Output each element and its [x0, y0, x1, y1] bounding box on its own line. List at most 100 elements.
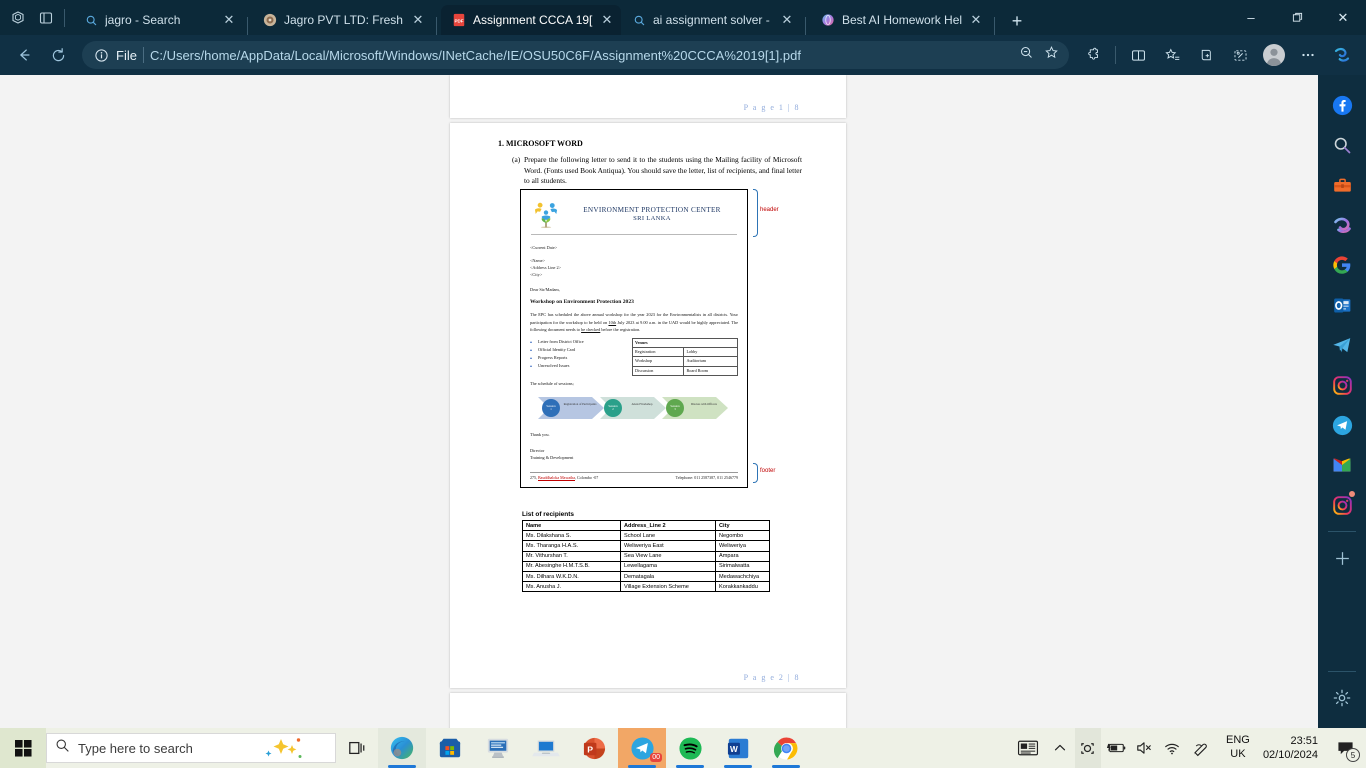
gmail-icon[interactable] [1318, 445, 1366, 485]
clock[interactable]: 23:51 02/10/2024 [1263, 734, 1318, 763]
telegram-web-icon[interactable] [1318, 325, 1366, 365]
table-row: Ms. Anusha J. Village Extension Scheme Kor… [522, 581, 770, 593]
cell-address: Village Extension Scheme [620, 581, 716, 593]
search-icon[interactable] [1318, 125, 1366, 165]
browser-tab-0[interactable]: jagro - Search ✕ [73, 5, 243, 35]
zoom-out-icon[interactable] [1019, 45, 1034, 65]
outlook-icon[interactable] [1318, 285, 1366, 325]
copilot-icon[interactable] [1326, 40, 1358, 70]
epc-logo-icon [531, 200, 561, 228]
rail-divider [1328, 531, 1356, 532]
tab-title: Assignment CCCA 19[1].pdf [473, 13, 593, 27]
profile-avatar[interactable] [1258, 40, 1290, 70]
taskbar-app-spotify-icon[interactable] [666, 728, 714, 768]
settings-gear-icon[interactable] [1318, 678, 1366, 718]
collections-icon[interactable] [1190, 40, 1222, 70]
venue-place: Auditorium [683, 356, 738, 367]
para-date: 10th [608, 319, 617, 325]
favorites-icon[interactable] [1156, 40, 1188, 70]
session-number: 1 [550, 406, 552, 411]
taskbar-app-remote-desktop-icon[interactable] [474, 728, 522, 768]
table-row: Mr. Vithurshan T. Sea View Lane Ampara [522, 550, 770, 562]
copilot-icon[interactable] [1318, 205, 1366, 245]
camera-icon[interactable] [1074, 728, 1101, 768]
address-scheme-label: File [116, 47, 137, 63]
refresh-icon[interactable] [42, 40, 74, 70]
info-icon[interactable] [92, 46, 110, 64]
taskbar-app-laptop-icon[interactable] [522, 728, 570, 768]
close-icon[interactable]: ✕ [410, 12, 426, 28]
pdf-page-1: P a g e 1 | 8 [450, 75, 846, 118]
address-bar[interactable]: File C:/Users/home/AppData/Local/Microso… [82, 41, 1069, 69]
screenshot-icon[interactable] [1224, 40, 1256, 70]
language-indicator[interactable]: ENG UK [1221, 734, 1255, 762]
close-icon[interactable]: ✕ [221, 12, 237, 28]
workspaces-icon[interactable] [4, 4, 32, 32]
letter-org-name: ENVIRONMENT PROTECTION CENTER SRI LANKA [569, 206, 735, 222]
sessions-smartart: Session 1 Registration of Participants S… [530, 391, 738, 425]
copilot-sparkle-icon[interactable] [261, 736, 309, 767]
taskbar-app-telegram-icon[interactable]: 00 [618, 728, 666, 768]
back-icon[interactable] [8, 40, 40, 70]
browser-tab-1[interactable]: Jagro PVT LTD: Fresh Strawb ✕ [252, 5, 432, 35]
question-text: Prepare the following letter to send it … [524, 155, 802, 186]
minimize-button[interactable]: – [1228, 0, 1274, 35]
maximize-button[interactable] [1274, 0, 1320, 35]
taskbar-app-microsoft-store-icon[interactable] [426, 728, 474, 768]
taskbar-app-word-icon[interactable]: W [714, 728, 762, 768]
browser-tab-4[interactable]: Best AI Homework Helper & ✕ [810, 5, 990, 35]
address-url-text[interactable]: C:/Users/home/AppData/Local/Microsoft/Wi… [150, 48, 1013, 63]
show-hidden-icons-icon[interactable] [1047, 728, 1073, 768]
cell-name: Ms. Dilakshana S. [522, 530, 621, 542]
instagram-icon[interactable] [1318, 365, 1366, 405]
telegram-icon[interactable] [1318, 405, 1366, 445]
cell-city: Korakkankaddu [715, 581, 770, 593]
instagram-notify-icon[interactable] [1318, 485, 1366, 525]
close-icon[interactable]: ✕ [779, 12, 795, 28]
new-tab-button[interactable]: + [1003, 7, 1031, 35]
split-screen-icon[interactable] [1122, 40, 1154, 70]
star-icon[interactable] [1044, 45, 1059, 65]
address-divider [142, 47, 144, 63]
tab-title: Jagro PVT LTD: Fresh Strawb [284, 13, 404, 27]
battery-charging-icon[interactable] [1103, 728, 1129, 768]
rail-divider-bottom [1328, 671, 1356, 672]
more-settings-icon[interactable] [1292, 40, 1324, 70]
taskbar-app-chrome-icon[interactable] [762, 728, 810, 768]
para-part-3: before the registration. [600, 327, 641, 333]
toolbox-icon[interactable] [1318, 165, 1366, 205]
page-footer-1: P a g e 1 | 8 [743, 103, 800, 112]
cell-name: Mr. Abesinghe H.M.T.S.B. [522, 560, 621, 572]
pdf-viewport[interactable]: P a g e 1 | 8 1. MICROSOFT WORD (a) Prep… [0, 75, 1318, 728]
windows-start-icon[interactable] [0, 728, 46, 768]
close-button[interactable]: ✕ [1320, 0, 1366, 35]
cell-address: Sea View Lane [620, 550, 716, 562]
taskbar-app-powerpoint-icon[interactable]: P [570, 728, 618, 768]
recipients-table: Name Address_Line 2 City Ms. Dilakshana … [522, 519, 770, 593]
close-icon[interactable]: ✕ [968, 12, 984, 28]
close-icon[interactable]: ✕ [599, 12, 615, 28]
facebook-icon[interactable] [1318, 85, 1366, 125]
browser-tab-2[interactable]: PDF Assignment CCCA 19[1].pdf ✕ [441, 5, 621, 35]
signature-dept: Training & Development [530, 454, 574, 460]
taskbar-app-edge-icon[interactable] [378, 728, 426, 768]
browser-tab-3[interactable]: ai assignment solver - Search ✕ [621, 5, 801, 35]
notifications-icon[interactable]: 5 [1328, 728, 1362, 768]
task-view-icon[interactable] [336, 728, 378, 768]
footer-address-number: 275, [530, 475, 538, 480]
wifi-icon[interactable] [1159, 728, 1185, 768]
pen-icon[interactable] [1187, 728, 1213, 768]
extensions-icon[interactable] [1077, 40, 1109, 70]
volume-muted-icon[interactable] [1131, 728, 1157, 768]
session-text-2: Attend Workshop [631, 401, 653, 406]
letter-paragraph: The EPC has scheduled the above annual w… [530, 311, 738, 334]
add-site-icon[interactable] [1318, 538, 1366, 578]
google-icon[interactable] [1318, 245, 1366, 285]
svg-text:PDF: PDF [454, 19, 463, 24]
search-input[interactable]: Type here to search [46, 733, 336, 763]
column-header-name: Name [522, 519, 621, 532]
merge-field-name: <Name> [530, 257, 546, 263]
news-weather-icon[interactable] [1011, 728, 1045, 768]
cell-address: Lewellagama [620, 560, 716, 572]
tab-actions-icon[interactable] [32, 4, 60, 32]
